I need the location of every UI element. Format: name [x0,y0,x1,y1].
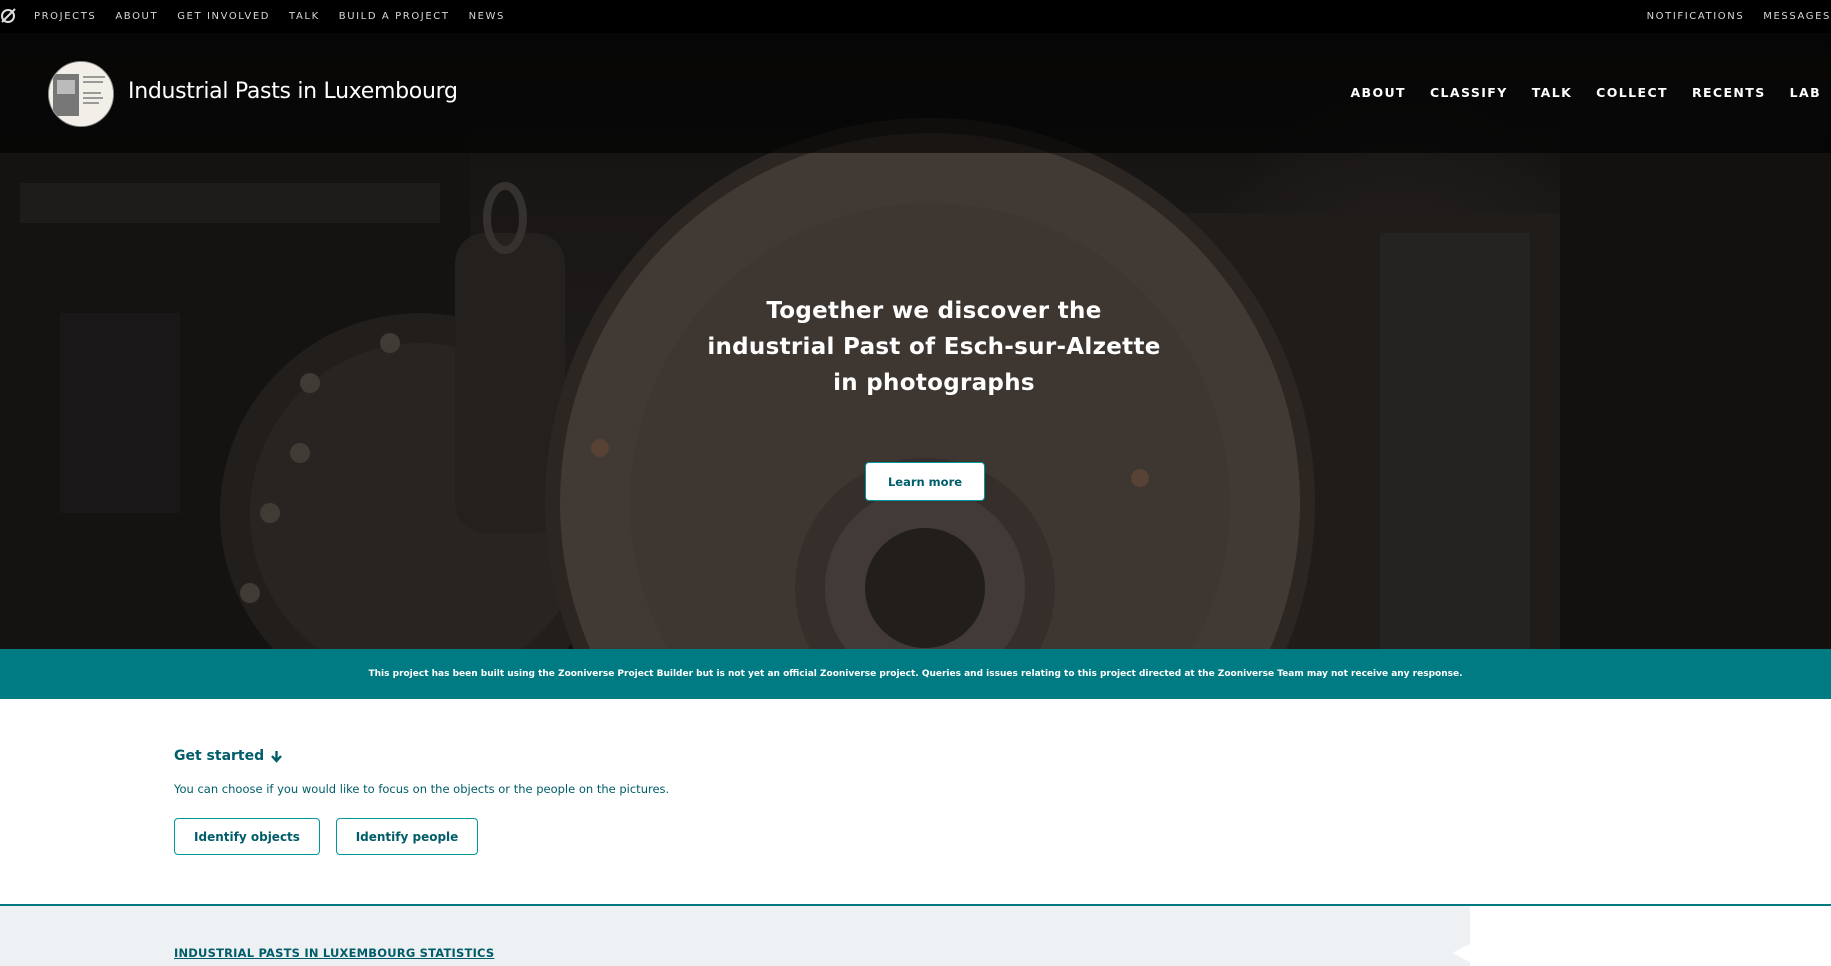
nav-build-a-project[interactable]: BUILD A PROJECT [339,11,450,22]
nav-news[interactable]: NEWS [469,11,505,22]
identify-people-button[interactable]: Identify people [336,818,478,855]
project-nav-talk[interactable]: TALK [1532,85,1572,100]
notifications-link[interactable]: NOTIFICATIONS [1647,11,1745,22]
learn-more-button[interactable]: Learn more [865,462,985,501]
nav-get-involved[interactable]: GET INVOLVED [177,11,270,22]
hero-section: Industrial Pasts in Luxembourg ABOUT CLA… [0,33,1831,649]
get-started-title: Get started [174,748,265,764]
project-avatar[interactable] [48,61,114,127]
statistics-side-panel [1470,906,1831,966]
statistics-link[interactable]: INDUSTRIAL PASTS IN LUXEMBOURG STATISTIC… [174,946,494,960]
nav-projects[interactable]: PROJECTS [34,11,96,22]
hero-tagline-line-2: industrial Past of Esch-sur-Alzette [707,334,1161,360]
nav-about[interactable]: ABOUT [115,11,158,22]
project-avatar-image [49,62,113,126]
get-started-description: You can choose if you would like to focu… [174,782,670,796]
arrow-down-icon [271,750,283,763]
project-nav: ABOUT CLASSIFY TALK COLLECT RECENTS LAB [1326,85,1821,100]
hero-tagline-line-3: in photographs [833,370,1035,396]
messages-link[interactable]: MESSAGES [1763,11,1831,22]
identify-objects-button[interactable]: Identify objects [174,818,320,855]
project-title[interactable]: Industrial Pasts in Luxembourg [128,79,458,104]
zooniverse-main-nav: PROJECTS ABOUT GET INVOLVED TALK BUILD A… [34,0,524,33]
zooniverse-top-bar: PROJECTS ABOUT GET INVOLVED TALK BUILD A… [0,0,1831,33]
project-nav-collect[interactable]: COLLECT [1596,85,1668,100]
hero-tagline: Together we discover the industrial Past… [660,293,1208,401]
project-nav-recents[interactable]: RECENTS [1692,85,1766,100]
project-header: Industrial Pasts in Luxembourg ABOUT CLA… [0,33,1831,153]
project-nav-about[interactable]: ABOUT [1350,85,1406,100]
project-nav-lab[interactable]: LAB [1790,85,1821,100]
get-started-heading: Get started [174,748,283,764]
nav-talk[interactable]: TALK [289,11,320,22]
project-builder-disclaimer: This project has been built using the Zo… [0,649,1831,699]
zooniverse-logo-icon[interactable] [0,7,18,25]
statistics-panel-notch [1452,944,1470,962]
hero-tagline-line-1: Together we discover the [766,298,1102,324]
account-nav: NOTIFICATIONS MESSAGES [1647,0,1831,33]
project-nav-classify[interactable]: CLASSIFY [1430,85,1508,100]
